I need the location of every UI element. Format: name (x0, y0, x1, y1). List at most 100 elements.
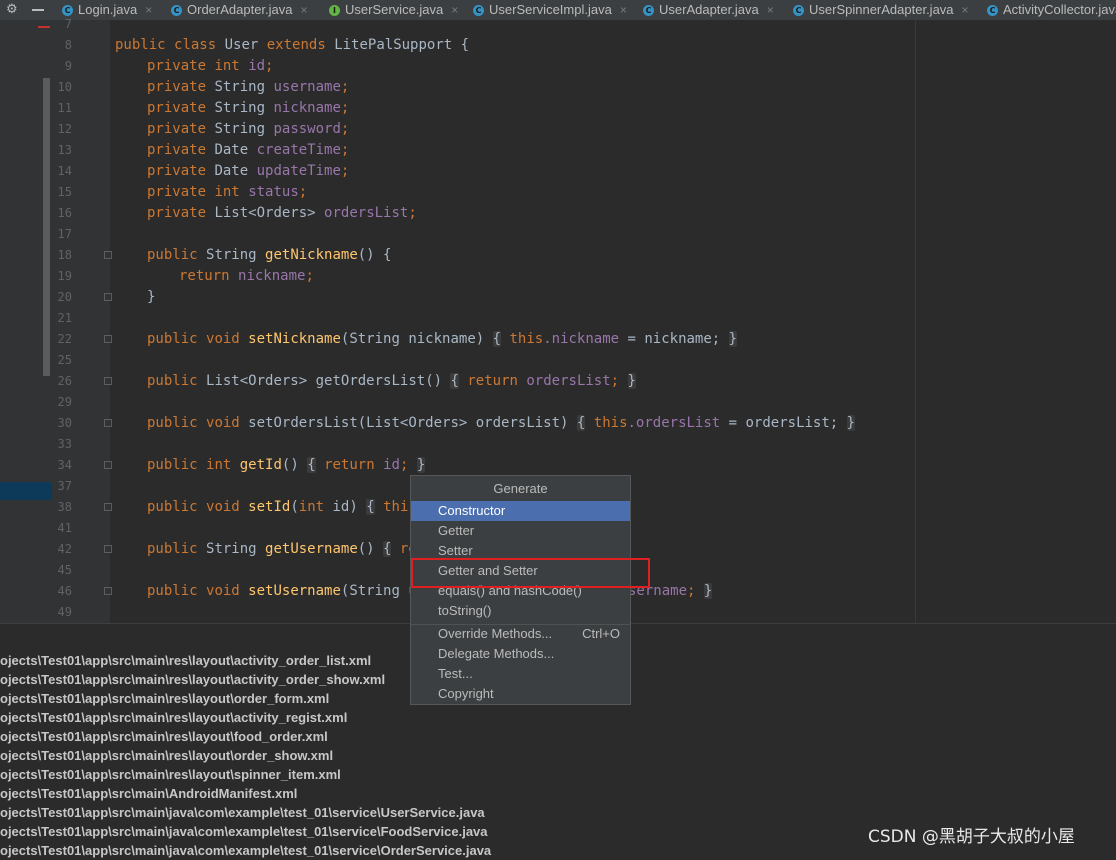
menu-item-shortcut: Ctrl+O (582, 626, 620, 641)
code-line-20[interactable]: } (147, 287, 155, 308)
code-line-26[interactable]: public List<Orders> getOrdersList() { re… (147, 371, 636, 392)
watermark-text: CSDN @黑胡子大叔的小屋 (868, 827, 1075, 847)
annotation-highlight-box (411, 558, 650, 588)
fold-icon[interactable] (104, 545, 112, 553)
output-line[interactable]: ojects\Test01\app\src\main\res\layout\or… (0, 746, 333, 765)
tab-userserviceimpl[interactable]: C UserServiceImpl.java × (473, 0, 627, 20)
code-line-field[interactable]: private int status; (147, 182, 307, 203)
code-line-18[interactable]: public String getNickname() { (147, 245, 391, 266)
output-line[interactable]: ojects\Test01\app\src\main\AndroidManife… (0, 784, 297, 803)
code-line-field[interactable]: private String username; (147, 77, 349, 98)
fold-icon[interactable] (104, 419, 112, 427)
tab-useradapter[interactable]: C UserAdapter.java × (643, 0, 774, 20)
menu-item-label: Setter (438, 543, 473, 558)
line-number: 16 (57, 206, 72, 220)
line-number: 14 (57, 164, 72, 178)
line-number: 29 (57, 395, 72, 409)
line-number: 30 (57, 416, 72, 430)
menu-item-delegate-methods[interactable]: Delegate Methods... (411, 644, 630, 664)
code-line-22[interactable]: public void setNickname(String nickname)… (147, 329, 738, 350)
close-icon[interactable]: × (620, 3, 627, 17)
menu-item-label: Getter (438, 523, 475, 538)
tab-activitycollector[interactable]: C ActivityCollector.java (987, 0, 1116, 20)
line-number: 19 (57, 269, 72, 283)
code-line-field[interactable]: private Date updateTime; (147, 161, 349, 182)
menu-item-constructor[interactable]: Constructor (411, 501, 630, 521)
close-icon[interactable]: × (451, 3, 458, 17)
output-line[interactable]: ojects\Test01\app\src\main\res\layout\ac… (0, 708, 347, 727)
fold-icon[interactable] (104, 461, 112, 469)
minimize-icon[interactable] (32, 9, 44, 11)
editor-tab-bar: ⚙ C Login.java × C OrderAdapter.java × I UserSe… (0, 0, 1116, 21)
close-icon[interactable]: × (962, 3, 969, 17)
tab-userservice[interactable]: I UserService.java × (329, 0, 458, 20)
line-number: 33 (57, 437, 72, 451)
line-number: 8 (64, 38, 72, 52)
line-number: 46 (57, 584, 72, 598)
right-margin-guide (915, 20, 916, 623)
line-number: 15 (57, 185, 72, 199)
menu-item-label: Override Methods... (438, 626, 553, 641)
fold-icon[interactable] (104, 251, 112, 259)
line-number: 22 (57, 332, 72, 346)
line-number: 7 (64, 17, 72, 31)
popup-title: Generate (411, 476, 630, 502)
tab-userspinneradapter[interactable]: C UserSpinnerAdapter.java × (793, 0, 969, 20)
output-line[interactable]: ojects\Test01\app\src\main\res\layout\ac… (0, 670, 385, 689)
output-line[interactable]: ojects\Test01\app\src\main\java\com\exam… (0, 803, 485, 822)
line-number: 20 (57, 290, 72, 304)
code-line-field[interactable]: private int id; (147, 56, 273, 77)
fold-icon[interactable] (104, 503, 112, 511)
tab-tools: ⚙ (0, 0, 52, 20)
menu-item-label: Test... (438, 666, 473, 681)
line-number: 11 (57, 101, 72, 115)
output-line[interactable]: ojects\Test01\app\src\main\res\layout\sp… (0, 765, 341, 784)
menu-item-copyright[interactable]: Copyright (411, 684, 630, 704)
line-number: 38 (57, 500, 72, 514)
close-icon[interactable]: × (301, 3, 308, 17)
code-line-field[interactable]: private Date createTime; (147, 140, 349, 161)
line-number: 34 (57, 458, 72, 472)
tab-label: Login.java (78, 2, 138, 17)
code-line-19[interactable]: return nickname; (179, 266, 314, 287)
line-number: 12 (57, 122, 72, 136)
tab-label: UserService.java (345, 2, 444, 17)
code-line-30[interactable]: public void setOrdersList(List<Orders> o… (147, 413, 856, 434)
left-tool-strip (0, 20, 52, 623)
menu-item-test[interactable]: Test... (411, 664, 630, 684)
code-line-38[interactable]: public void setId(int id) { this. (147, 497, 425, 518)
code-line-field[interactable]: private List<Orders> ordersList; (147, 203, 417, 224)
close-icon[interactable]: × (145, 3, 152, 17)
menu-item-tostring[interactable]: toString() (411, 601, 630, 621)
menu-item-getter[interactable]: Getter (411, 521, 630, 541)
gear-icon[interactable]: ⚙ (6, 0, 18, 20)
fold-icon[interactable] (104, 377, 112, 385)
line-number: 49 (57, 605, 72, 619)
output-line[interactable]: ojects\Test01\app\src\main\java\com\exam… (0, 841, 491, 860)
fold-icon[interactable] (104, 335, 112, 343)
line-number: 9 (64, 59, 72, 73)
menu-item-override-methods[interactable]: Override Methods... Ctrl+O (411, 624, 630, 644)
interface-icon: I (329, 5, 340, 17)
code-line-46[interactable]: public void setUsername(String us (147, 581, 425, 602)
output-line[interactable]: ojects\Test01\app\src\main\res\layout\or… (0, 689, 329, 708)
tab-label: UserServiceImpl.java (489, 2, 612, 17)
output-line[interactable]: ojects\Test01\app\src\main\java\com\exam… (0, 822, 488, 841)
tab-login[interactable]: C Login.java × (62, 0, 152, 20)
output-line[interactable]: ojects\Test01\app\src\main\res\layout\ac… (0, 651, 371, 670)
tab-label: UserSpinnerAdapter.java (809, 2, 954, 17)
code-line-42[interactable]: public String getUsername() { ret (147, 539, 425, 560)
fold-icon[interactable] (104, 587, 112, 595)
tab-orderadapter[interactable]: C OrderAdapter.java × (171, 0, 308, 20)
output-line[interactable]: ojects\Test01\app\src\main\res\layout\fo… (0, 727, 328, 746)
code-line-field[interactable]: private String password; (147, 119, 349, 140)
scrollbar-thumb[interactable] (43, 78, 50, 376)
line-number: 45 (57, 563, 72, 577)
class-icon: C (643, 5, 654, 17)
line-number: 10 (57, 80, 72, 94)
close-icon[interactable]: × (767, 3, 774, 17)
code-line-34[interactable]: public int getId() { return id; } (147, 455, 426, 476)
code-line-8[interactable]: public class User extends LitePalSupport… (115, 35, 469, 56)
code-line-field[interactable]: private String nickname; (147, 98, 349, 119)
fold-icon[interactable] (104, 293, 112, 301)
